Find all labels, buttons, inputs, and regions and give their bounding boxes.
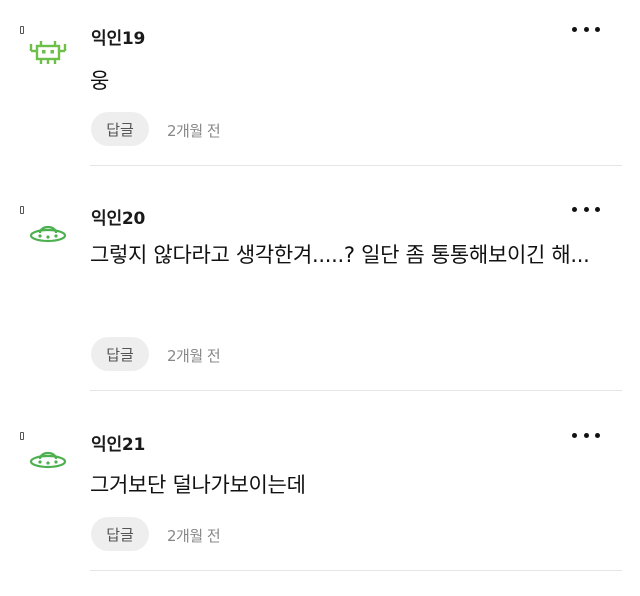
more-options-icon[interactable]: [572, 204, 600, 214]
pixel-invader-icon: [29, 41, 67, 64]
comment-time: 2개월 전: [167, 347, 221, 365]
dot: [595, 206, 600, 212]
divider: [90, 390, 622, 391]
divider: [90, 570, 622, 571]
comment-text: 그거보단 덜나가보이는데: [90, 473, 306, 497]
dot: [595, 26, 600, 32]
ufo-icon: [29, 225, 67, 243]
comment-text: 그렇지 않다라고 생각한겨.....? 일단 좀 통통해보이긴 해...: [90, 243, 590, 267]
comment-text: 웅: [90, 69, 110, 93]
username[interactable]: 익인21: [91, 430, 145, 455]
more-options-icon[interactable]: [572, 24, 600, 34]
username[interactable]: 익인19: [91, 24, 145, 49]
reply-button[interactable]: 답글: [91, 112, 149, 146]
comment-time: 2개월 전: [167, 527, 221, 545]
avatar[interactable]: [26, 446, 70, 474]
dot: [572, 206, 577, 212]
comment-item: 익인20 그렇지 않다라고 생각한겨.....? 일단 좀 통통해보이긴 해..…: [0, 170, 640, 396]
comment-time: 2개월 전: [167, 122, 221, 140]
dot: [583, 26, 589, 32]
dot: [572, 26, 577, 32]
reply-button[interactable]: 답글: [91, 517, 149, 551]
comment-marker: [20, 26, 24, 34]
divider: [90, 165, 622, 166]
reply-button[interactable]: 답글: [91, 337, 149, 371]
dot: [595, 432, 600, 438]
more-options-icon[interactable]: [572, 430, 600, 440]
dot: [572, 432, 577, 438]
username[interactable]: 익인20: [91, 204, 145, 229]
comment-item: 익인19 웅 답글 2개월 전: [0, 0, 640, 170]
avatar[interactable]: [26, 220, 70, 248]
avatar[interactable]: [26, 38, 70, 66]
comment-marker: [20, 432, 24, 440]
comment-item: 익인21 그거보단 덜나가보이는데 답글 2개월 전: [0, 396, 640, 596]
dot: [583, 206, 589, 212]
ufo-icon: [29, 451, 67, 469]
dot: [583, 432, 589, 438]
comment-marker: [20, 206, 24, 214]
